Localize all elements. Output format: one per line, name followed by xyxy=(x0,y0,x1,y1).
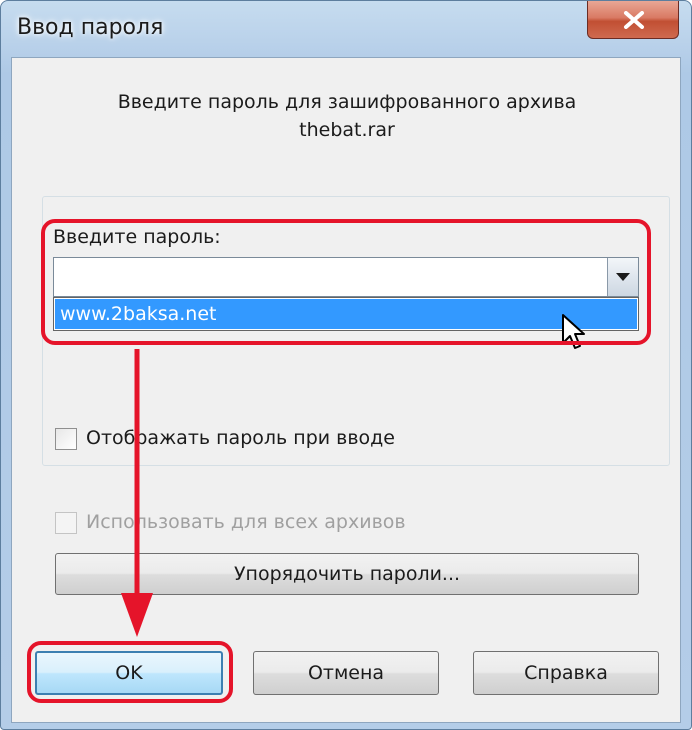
archive-name: thebat.rar xyxy=(299,119,395,141)
close-button[interactable] xyxy=(587,1,679,39)
password-highlight-box xyxy=(41,219,651,345)
help-button[interactable]: Справка xyxy=(473,651,659,695)
show-password-checkbox[interactable] xyxy=(55,428,77,450)
password-dialog: Ввод пароля Введите пароль для зашифрова… xyxy=(0,0,692,730)
use-for-all-checkbox xyxy=(55,512,77,534)
close-icon xyxy=(624,11,644,29)
ok-highlight-box xyxy=(27,641,233,703)
cancel-button[interactable]: Отмена xyxy=(253,651,439,695)
window-title: Ввод пароля xyxy=(17,15,164,40)
red-arrow-icon xyxy=(121,349,153,637)
dialog-body: Введите пароль для зашифрованного архива… xyxy=(11,57,681,723)
title-bar[interactable]: Ввод пароля xyxy=(1,1,691,57)
prompt-text: Введите пароль для зашифрованного архива xyxy=(117,91,577,113)
